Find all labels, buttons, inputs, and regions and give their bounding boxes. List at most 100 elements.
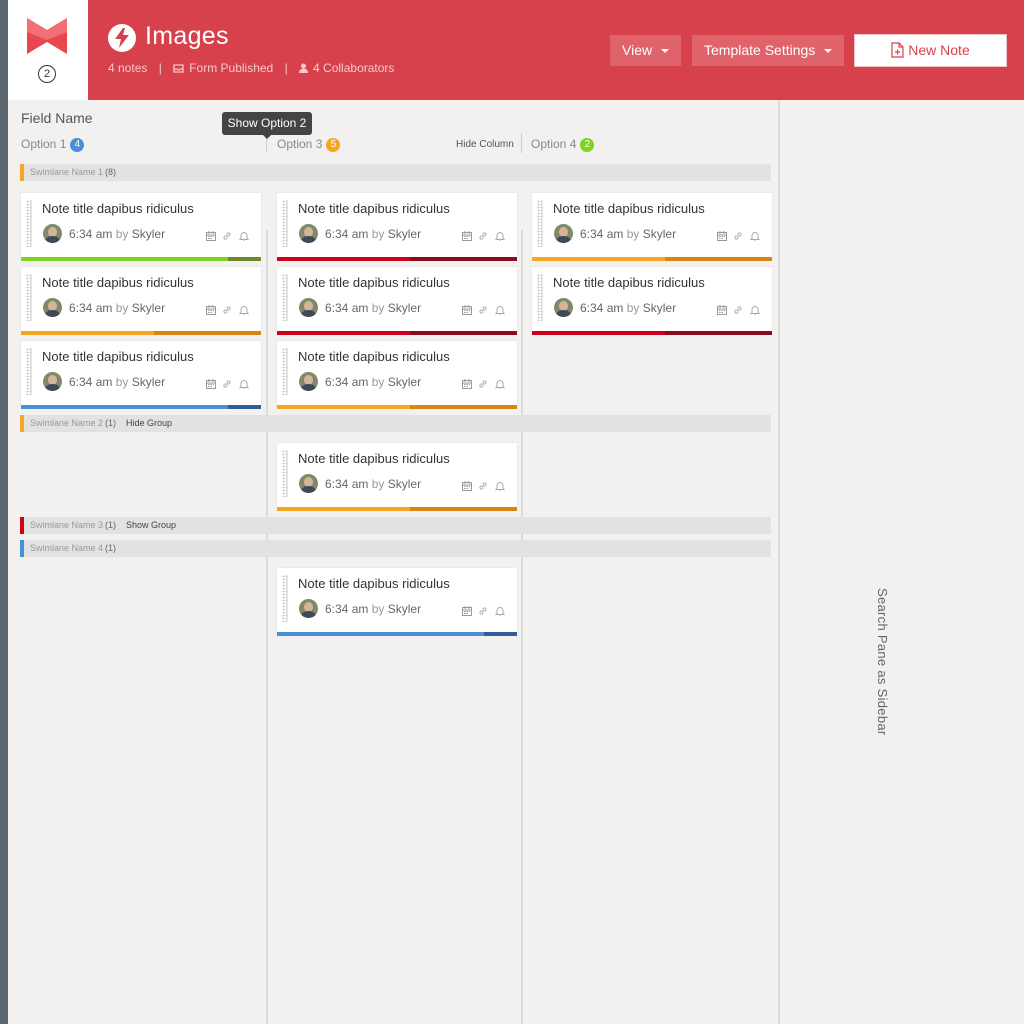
drag-handle[interactable] <box>282 348 288 395</box>
note-author: Skyler <box>131 301 166 315</box>
search-pane-sidebar[interactable]: Search Pane as Sidebar <box>778 100 1024 1024</box>
calendar-icon[interactable] <box>462 302 472 320</box>
search-pane-label[interactable]: Search Pane as Sidebar <box>875 588 890 736</box>
note-card[interactable]: Note title dapibus ridiculus 6:34 am by S… <box>21 341 261 409</box>
note-color-bar-end <box>410 405 517 409</box>
show-group-link[interactable]: Show Group <box>126 520 176 530</box>
bell-icon[interactable] <box>494 228 506 246</box>
note-meta: 6:34 am by Skyler <box>580 301 676 315</box>
column-header-option-3[interactable]: Option 35 <box>277 137 341 152</box>
note-time: 6:34 am <box>69 227 113 241</box>
calendar-icon[interactable] <box>717 302 727 320</box>
swimlane-header-1[interactable]: Swimlane Name 1 (8) <box>20 164 771 181</box>
drag-handle[interactable] <box>282 575 288 622</box>
note-time: 6:34 am <box>325 477 369 491</box>
note-card[interactable]: Note title dapibus ridiculus 6:34 am by S… <box>277 341 517 409</box>
bell-icon[interactable] <box>749 228 761 246</box>
note-actions <box>717 302 767 315</box>
swimlane-color-bar <box>20 517 24 534</box>
calendar-icon[interactable] <box>462 603 472 621</box>
view-button[interactable]: View <box>610 35 682 66</box>
note-card[interactable]: Note title dapibus ridiculus 6:34 am by S… <box>532 267 772 335</box>
column-header-option-4[interactable]: Option 42 <box>531 137 595 152</box>
note-author: Skyler <box>387 602 422 616</box>
calendar-icon[interactable] <box>206 376 216 394</box>
note-card[interactable]: Note title dapibus ridiculus 6:34 am by S… <box>277 267 517 335</box>
swimlane-header-4[interactable]: Swimlane Name 4 (1) <box>20 540 771 557</box>
bell-icon[interactable] <box>749 302 761 320</box>
link-icon[interactable] <box>222 302 232 320</box>
link-icon[interactable] <box>222 376 232 394</box>
hide-column-link[interactable]: Hide Column <box>456 139 514 150</box>
bell-icon[interactable] <box>494 478 506 496</box>
bell-icon[interactable] <box>238 376 250 394</box>
calendar-icon[interactable] <box>206 228 216 246</box>
drag-handle[interactable] <box>26 348 32 395</box>
drag-handle[interactable] <box>26 274 32 321</box>
link-icon[interactable] <box>478 302 488 320</box>
show-option-tooltip[interactable]: Show Option 2 <box>222 112 312 139</box>
template-settings-label: Template Settings <box>704 42 816 58</box>
drag-handle[interactable] <box>26 200 32 247</box>
note-title: Note title dapibus ridiculus <box>298 349 450 364</box>
link-icon[interactable] <box>222 228 232 246</box>
swimlane-header-2[interactable]: Swimlane Name 2 (1) Hide Group <box>20 415 771 432</box>
note-author: Skyler <box>642 227 677 241</box>
note-meta: 6:34 am by Skyler <box>580 227 676 241</box>
calendar-icon[interactable] <box>462 228 472 246</box>
note-card[interactable]: Note title dapibus ridiculus 6:34 am by S… <box>277 193 517 261</box>
collaborators-link[interactable]: 4 Collaborators <box>313 61 394 75</box>
template-settings-button[interactable]: Template Settings <box>692 35 845 66</box>
notes-count: 4 notes <box>108 61 148 75</box>
calendar-icon[interactable] <box>717 228 727 246</box>
bell-icon[interactable] <box>494 302 506 320</box>
avatar <box>299 224 318 243</box>
drag-handle[interactable] <box>282 450 288 497</box>
calendar-icon[interactable] <box>462 376 472 394</box>
bell-icon[interactable] <box>238 228 250 246</box>
new-note-button[interactable]: New Note <box>854 34 1007 67</box>
note-by: by <box>371 477 385 491</box>
column-header-option-1[interactable]: Option 14 <box>21 137 85 152</box>
calendar-icon[interactable] <box>462 478 472 496</box>
link-icon[interactable] <box>733 228 743 246</box>
bell-icon[interactable] <box>494 603 506 621</box>
swimlane-header-3[interactable]: Swimlane Name 3 (1) Show Group <box>20 517 771 534</box>
bell-icon[interactable] <box>494 376 506 394</box>
link-icon[interactable] <box>733 302 743 320</box>
note-actions <box>462 478 512 491</box>
calendar-icon[interactable] <box>206 302 216 320</box>
note-card[interactable]: Note title dapibus ridiculus 6:34 am by S… <box>21 267 261 335</box>
drag-handle[interactable] <box>282 200 288 247</box>
note-color-bar-end <box>228 405 261 409</box>
note-author: Skyler <box>387 477 422 491</box>
note-card[interactable]: Note title dapibus ridiculus 6:34 am by S… <box>532 193 772 261</box>
note-color-bar <box>277 507 410 511</box>
swimlane-name: Swimlane Name 3 <box>30 520 104 530</box>
link-icon[interactable] <box>478 478 488 496</box>
note-meta: 6:34 am by Skyler <box>325 477 421 491</box>
swimlane-count: (8) <box>105 167 117 177</box>
drag-handle[interactable] <box>537 274 543 321</box>
link-icon[interactable] <box>478 603 488 621</box>
note-card[interactable]: Note title dapibus ridiculus 6:34 am by S… <box>277 443 517 511</box>
swimlane-count: (1) <box>105 520 117 530</box>
note-card[interactable]: Note title dapibus ridiculus 6:34 am by S… <box>277 568 517 636</box>
note-color-bar-end <box>665 331 772 335</box>
drag-handle[interactable] <box>282 274 288 321</box>
note-color-bar <box>532 257 665 261</box>
new-note-label: New Note <box>908 42 970 58</box>
note-color-bar <box>277 257 410 261</box>
drag-handle[interactable] <box>537 200 543 247</box>
hide-group-link[interactable]: Hide Group <box>126 418 172 428</box>
app-logo[interactable]: 2 <box>8 0 88 100</box>
bell-icon[interactable] <box>238 302 250 320</box>
page-meta: 4 notes | Form Published | 4 Collaborato… <box>108 61 395 75</box>
link-icon[interactable] <box>478 376 488 394</box>
link-icon[interactable] <box>478 228 488 246</box>
form-status[interactable]: Form Published <box>189 61 273 75</box>
note-title: Note title dapibus ridiculus <box>553 275 705 290</box>
note-meta: 6:34 am by Skyler <box>325 602 421 616</box>
note-title: Note title dapibus ridiculus <box>42 349 194 364</box>
note-card[interactable]: Note title dapibus ridiculus 6:34 am by S… <box>21 193 261 261</box>
